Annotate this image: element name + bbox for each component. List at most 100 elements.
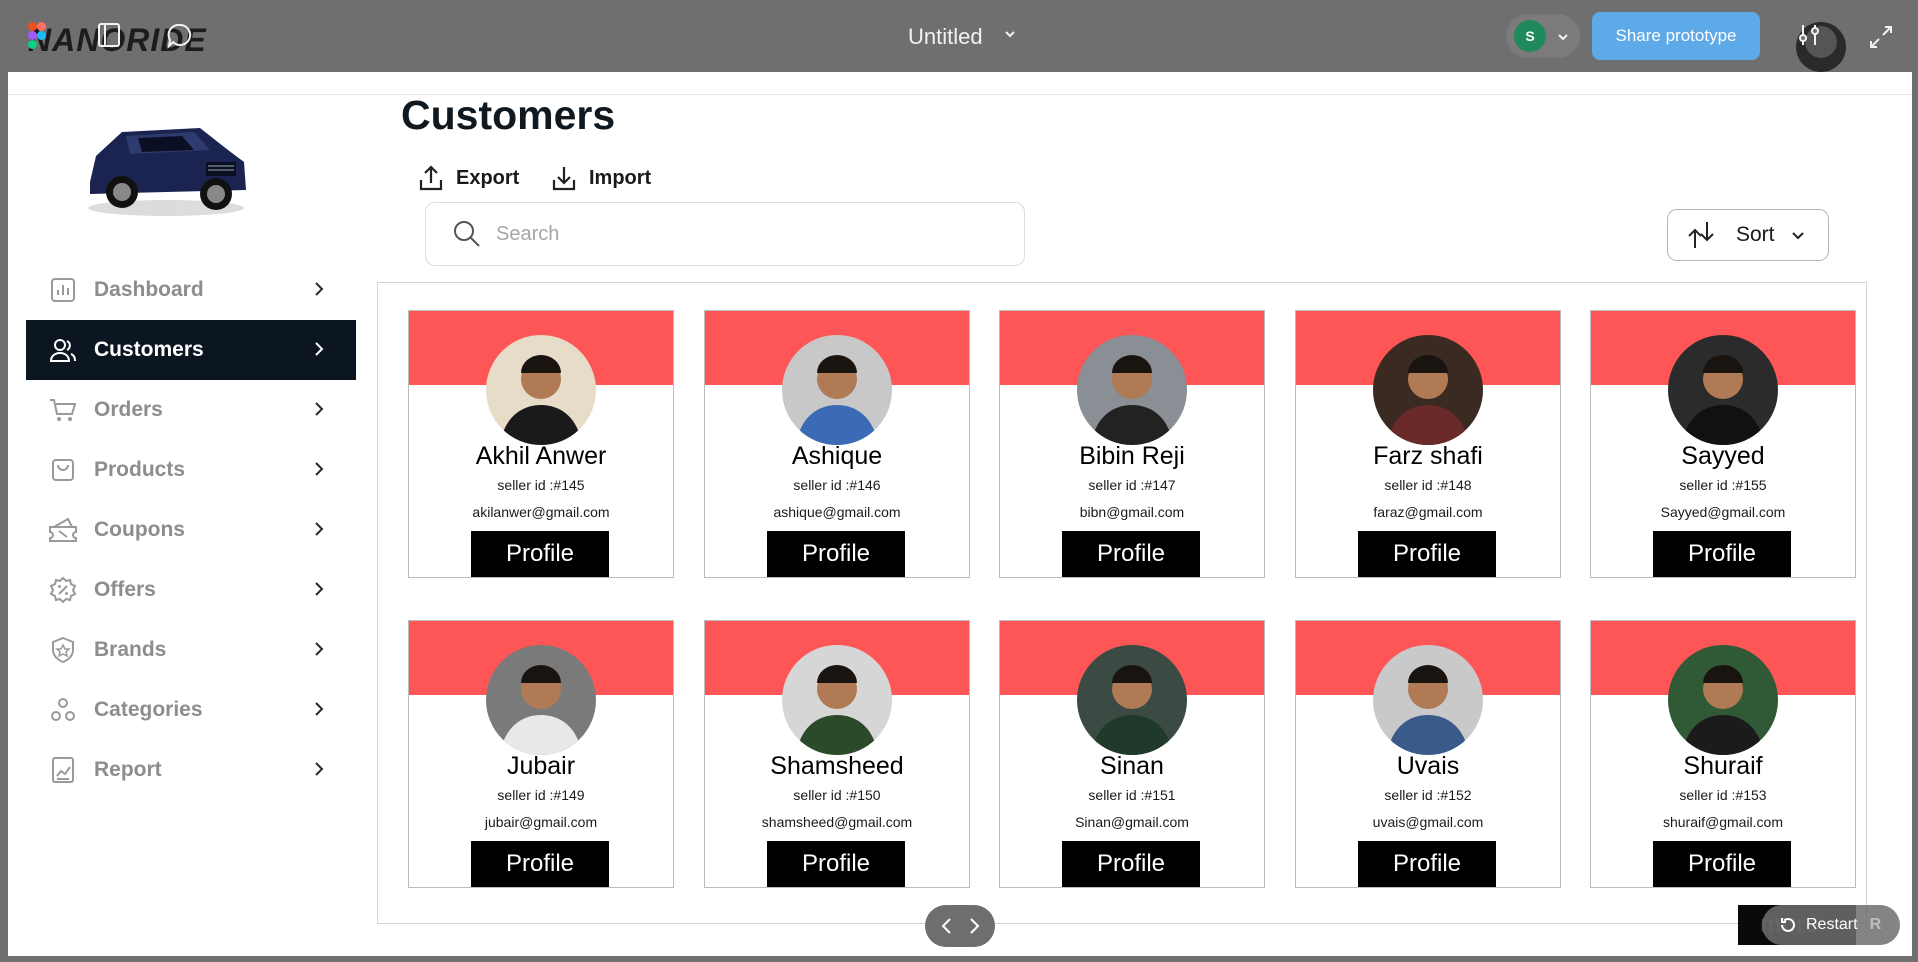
customer-name: Ashique [791, 442, 883, 470]
profile-button[interactable]: Profile [471, 841, 609, 887]
export-button[interactable]: Export [418, 164, 519, 192]
restart-label: Restart [1806, 916, 1858, 933]
chevron-right-icon[interactable] [964, 916, 984, 936]
chevron-right-icon [315, 762, 324, 776]
sidebar-item-brands[interactable]: Brands [26, 620, 356, 680]
profile-button[interactable]: Profile [1062, 531, 1200, 577]
fullscreen-icon[interactable] [1868, 24, 1894, 50]
sort-label: Sort [1736, 223, 1775, 246]
customer-avatar [1373, 335, 1483, 445]
user-avatar[interactable]: S [1514, 20, 1546, 52]
customer-email: ashique@gmail.com [773, 504, 901, 520]
settings-sliders-icon[interactable] [1796, 22, 1822, 48]
customer-card: Akhil Anwer seller id :#145 akilanwer@gmai… [408, 310, 674, 578]
seller-id: seller id :#148 [1384, 477, 1472, 493]
sort-arrows-icon [1688, 222, 1714, 248]
profile-button[interactable]: Profile [1358, 841, 1496, 887]
profile-button[interactable]: Profile [1358, 531, 1496, 577]
export-label: Export [456, 166, 520, 189]
customer-avatar [782, 645, 892, 755]
customer-avatar [1373, 645, 1483, 755]
car-logo-image [88, 128, 246, 216]
download-icon [552, 167, 576, 191]
upload-icon [419, 165, 443, 191]
sidebar-item-report[interactable]: Report [26, 740, 356, 800]
coupon-icon [48, 515, 78, 545]
sidebar-item-customers[interactable]: Customers [26, 320, 356, 380]
customer-email: Sinan@gmail.com [1075, 814, 1189, 830]
sidebar-item-categories[interactable]: Categories [26, 680, 356, 740]
customer-avatar [486, 645, 596, 755]
customer-email: shamsheed@gmail.com [761, 814, 913, 830]
customer-card: Shamsheed seller id :#150 shamsheed@gmail.… [704, 620, 970, 888]
search-icon [454, 221, 480, 247]
sidebar-item-offers[interactable]: Offers [26, 560, 356, 620]
customer-card: Shuraif seller id :#153 shuraif@gmail.com P… [1590, 620, 1856, 888]
sidebar-item-label: Coupons [94, 518, 185, 541]
page-title: Customers [401, 92, 616, 138]
seller-id: seller id :#150 [793, 787, 881, 803]
bar-chart-icon [48, 275, 78, 305]
brand-shield-icon [48, 635, 78, 665]
sidebar-item-orders[interactable]: Orders [26, 380, 356, 440]
seller-id: seller id :#155 [1679, 477, 1767, 493]
customer-name: Sayyed [1681, 442, 1765, 470]
profile-button[interactable]: Profile [471, 531, 609, 577]
customer-avatar [1668, 645, 1778, 755]
customer-name: Shamsheed [770, 752, 904, 780]
customer-email: akilanwer@gmail.com [472, 504, 610, 520]
customer-card: Farz shafi seller id :#148 faraz@gmail.com… [1295, 310, 1561, 578]
restart-control: more Restart R [1738, 905, 1900, 945]
customer-card: Jubair seller id :#149 jubair@gmail.com Pro… [408, 620, 674, 888]
profile-button[interactable]: Profile [1653, 841, 1791, 887]
customer-avatar [782, 335, 892, 445]
seller-id: seller id :#151 [1088, 787, 1176, 803]
figma-icon[interactable] [28, 22, 46, 50]
chevron-right-icon [315, 702, 324, 716]
customer-name: Farz shafi [1373, 442, 1483, 470]
restart-shortcut: R [1869, 916, 1882, 933]
bag-icon [48, 455, 78, 485]
sidebar-nav: Dashboard Customers Orders Products Coup… [26, 260, 356, 800]
search-input[interactable] [496, 222, 976, 246]
seller-id: seller id :#153 [1679, 787, 1767, 803]
customer-email: faraz@gmail.com [1373, 504, 1483, 520]
sidebar-item-dashboard[interactable]: Dashboard [26, 260, 356, 320]
profile-button[interactable]: Profile [1653, 531, 1791, 577]
frame-border [1912, 72, 1918, 962]
customer-card: Sayyed seller id :#155 Sayyed@gmail.com Pro… [1590, 310, 1856, 578]
prototype-pager [925, 905, 995, 947]
divider [8, 94, 1912, 95]
chevron-left-icon[interactable] [937, 916, 957, 936]
chevron-down-icon[interactable] [1002, 26, 1018, 42]
sidebar-item-label: Categories [94, 698, 203, 721]
restart-button[interactable]: Restart R [1762, 905, 1900, 945]
sidebar-item-products[interactable]: Products [26, 440, 356, 500]
profile-button[interactable]: Profile [1062, 841, 1200, 887]
profile-button[interactable]: Profile [767, 841, 905, 887]
sort-dropdown[interactable]: Sort [1667, 209, 1829, 261]
import-button[interactable]: Import [551, 164, 651, 192]
seller-id: seller id :#149 [497, 787, 585, 803]
sidebar-item-label: Orders [94, 398, 163, 421]
flow-panel-icon[interactable] [96, 22, 122, 48]
profile-button[interactable]: Profile [767, 531, 905, 577]
restart-icon [1781, 917, 1795, 932]
file-title[interactable]: Untitled [908, 24, 983, 50]
users-icon [48, 335, 78, 365]
customer-email: uvais@gmail.com [1372, 814, 1484, 830]
share-prototype-button[interactable]: Share prototype [1592, 12, 1760, 60]
search-box [425, 202, 1025, 266]
report-icon [48, 755, 78, 785]
frame-border [0, 72, 8, 962]
comment-icon[interactable] [166, 22, 194, 50]
sidebar-item-coupons[interactable]: Coupons [26, 500, 356, 560]
sidebar-item-label: Offers [94, 578, 156, 601]
chevron-right-icon [315, 642, 324, 656]
seller-id: seller id :#152 [1384, 787, 1472, 803]
customer-email: bibn@gmail.com [1079, 504, 1185, 520]
chevron-right-icon [315, 522, 324, 536]
chevron-down-icon[interactable] [1556, 30, 1570, 44]
customer-avatar [1077, 335, 1187, 445]
chevron-right-icon [315, 282, 324, 296]
